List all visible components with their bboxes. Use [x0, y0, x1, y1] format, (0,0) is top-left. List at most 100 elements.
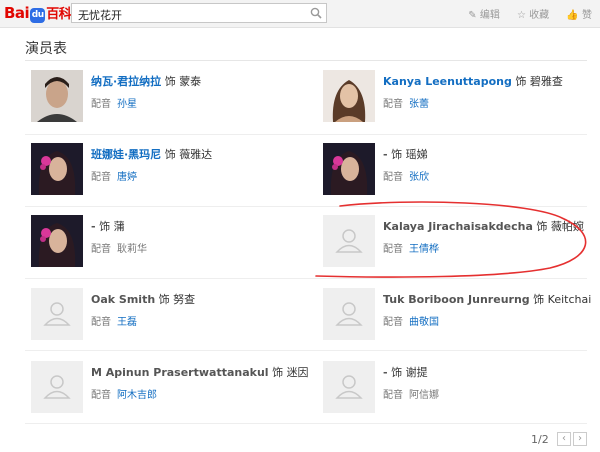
- pencil-icon: ✎: [468, 10, 477, 21]
- row-divider: [25, 423, 587, 424]
- role-prefix: 饰: [158, 293, 170, 306]
- actor-photo[interactable]: [31, 143, 83, 195]
- actor-line: - 饰 瑶娣: [383, 146, 428, 162]
- actor-name: -: [383, 148, 388, 161]
- star-icon: ☆: [517, 10, 526, 21]
- row-divider: [25, 206, 587, 207]
- placeholder-avatar[interactable]: [323, 215, 375, 267]
- row-divider: [25, 350, 587, 351]
- next-page-button[interactable]: ›: [573, 432, 587, 446]
- actor-line: 班娜娃·黑玛尼 饰 薇雅达: [91, 146, 212, 162]
- favorite-action[interactable]: ☆ 收藏: [517, 10, 549, 21]
- actor-name-link[interactable]: Kanya Leenuttapong: [383, 75, 512, 88]
- role-prefix: 饰: [536, 220, 548, 233]
- placeholder-avatar[interactable]: [31, 288, 83, 340]
- voice-line: 配音 耿莉华: [91, 240, 147, 255]
- cast-item: Kanya Leenuttapong 饰 碧雅查 配音 张蕾: [323, 70, 600, 126]
- role-prefix: 饰: [391, 148, 403, 161]
- actor-name: -: [91, 220, 96, 233]
- page-indicator: 1/2: [531, 433, 549, 446]
- voice-label: 配音: [91, 99, 111, 110]
- role-name: 谢提: [405, 366, 428, 379]
- like-action[interactable]: 👍 赞: [566, 10, 592, 21]
- cast-item: Tuk Boriboon Junreurng 饰 Keitchai 配音 曲敬国: [323, 288, 600, 344]
- actor-line: - 饰 谢提: [383, 364, 428, 380]
- edit-action[interactable]: ✎ 编辑: [468, 10, 500, 21]
- role-prefix: 饰: [164, 75, 176, 88]
- actor-line: Oak Smith 饰 努查: [91, 291, 195, 307]
- placeholder-avatar[interactable]: [323, 361, 375, 413]
- role-name: 蒲: [113, 220, 125, 233]
- actor-name: Kalaya Jirachaisakdecha: [383, 220, 533, 233]
- role-prefix: 饰: [533, 293, 545, 306]
- search-box: [71, 3, 327, 24]
- search-icon[interactable]: [310, 7, 322, 19]
- voice-actor-link[interactable]: 王磊: [117, 317, 137, 328]
- actor-name: Oak Smith: [91, 293, 156, 306]
- voice-actor-link[interactable]: 曲敬国: [409, 317, 439, 328]
- logo-baike-text: 百科: [46, 7, 72, 22]
- role-name: 瑶娣: [405, 148, 428, 161]
- voice-actor-link[interactable]: 孙星: [117, 99, 137, 110]
- voice-line: 配音 王倩桦: [383, 240, 439, 255]
- voice-line: 配音 张欣: [383, 168, 429, 183]
- actor-line: Tuk Boriboon Junreurng 饰 Keitchai: [383, 291, 591, 307]
- cast-item: Oak Smith 饰 努查 配音 王磊: [31, 288, 311, 344]
- actor-line: Kanya Leenuttapong 饰 碧雅查: [383, 73, 563, 89]
- placeholder-avatar[interactable]: [323, 288, 375, 340]
- voice-actor-name: 耿莉华: [117, 244, 147, 255]
- cast-item: - 饰 谢提 配音 阿信娜: [323, 361, 600, 417]
- voice-line: 配音 曲敬国: [383, 313, 439, 328]
- actor-photo[interactable]: [323, 143, 375, 195]
- actor-photo[interactable]: [323, 70, 375, 122]
- role-prefix: 饰: [164, 148, 176, 161]
- voice-label: 配音: [383, 172, 403, 183]
- voice-actor-name: 阿信娜: [409, 390, 439, 401]
- actor-line: Kalaya Jirachaisakdecha 饰 薇帕婉: [383, 218, 584, 234]
- voice-actor-link[interactable]: 唐婷: [117, 172, 137, 183]
- voice-line: 配音 唐婷: [91, 168, 137, 183]
- role-prefix: 饰: [99, 220, 111, 233]
- voice-actor-link[interactable]: 阿木吉郎: [117, 390, 157, 401]
- voice-label: 配音: [383, 244, 403, 255]
- voice-label: 配音: [91, 244, 111, 255]
- cast-item: - 饰 瑶娣 配音 张欣: [323, 143, 600, 199]
- cast-item: 纳瓦·君拉纳拉 饰 蒙泰 配音 孙星: [31, 70, 311, 126]
- actor-name: -: [383, 366, 388, 379]
- title-divider: [25, 60, 587, 61]
- voice-actor-link[interactable]: 张蕾: [409, 99, 429, 110]
- voice-actor-link[interactable]: 王倩桦: [409, 244, 439, 255]
- cast-item: Kalaya Jirachaisakdecha 饰 薇帕婉 配音 王倩桦: [323, 215, 600, 271]
- role-prefix: 饰: [391, 366, 403, 379]
- actor-line: M Apinun Prasertwattanakul 饰 迷因: [91, 364, 309, 380]
- actor-name-link[interactable]: 班娜娃·黑玛尼: [91, 148, 161, 161]
- role-name: 努查: [173, 293, 196, 306]
- role-prefix: 饰: [272, 366, 284, 379]
- placeholder-avatar[interactable]: [31, 361, 83, 413]
- favorite-label: 收藏: [529, 10, 550, 21]
- voice-line: 配音 孙星: [91, 95, 137, 110]
- cast-item: 班娜娃·黑玛尼 饰 薇雅达 配音 唐婷: [31, 143, 311, 199]
- voice-line: 配音 阿信娜: [383, 386, 439, 401]
- voice-actor-link[interactable]: 张欣: [409, 172, 429, 183]
- section-title: 演员表: [25, 41, 67, 57]
- role-prefix: 饰: [515, 75, 527, 88]
- actor-name-link[interactable]: 纳瓦·君拉纳拉: [91, 75, 161, 88]
- voice-label: 配音: [91, 317, 111, 328]
- search-input[interactable]: [72, 6, 304, 24]
- baidu-baike-logo[interactable]: Bai du 百科: [4, 3, 72, 23]
- voice-line: 配音 王磊: [91, 313, 137, 328]
- actor-photo[interactable]: [31, 70, 83, 122]
- actor-line: 纳瓦·君拉纳拉 饰 蒙泰: [91, 73, 201, 89]
- voice-label: 配音: [91, 172, 111, 183]
- actor-photo[interactable]: [31, 215, 83, 267]
- like-label: 赞: [582, 10, 592, 21]
- top-bar: Baidu百科 ✎ 编辑 ☆ 收藏 👍 赞: [0, 0, 600, 28]
- row-divider: [25, 278, 587, 279]
- prev-page-button[interactable]: ‹: [557, 432, 571, 446]
- role-name: 迷因: [286, 366, 309, 379]
- actor-name: Tuk Boriboon Junreurng: [383, 293, 530, 306]
- voice-label: 配音: [383, 317, 403, 328]
- edit-label: 编辑: [479, 10, 500, 21]
- actor-line: - 饰 蒲: [91, 218, 125, 234]
